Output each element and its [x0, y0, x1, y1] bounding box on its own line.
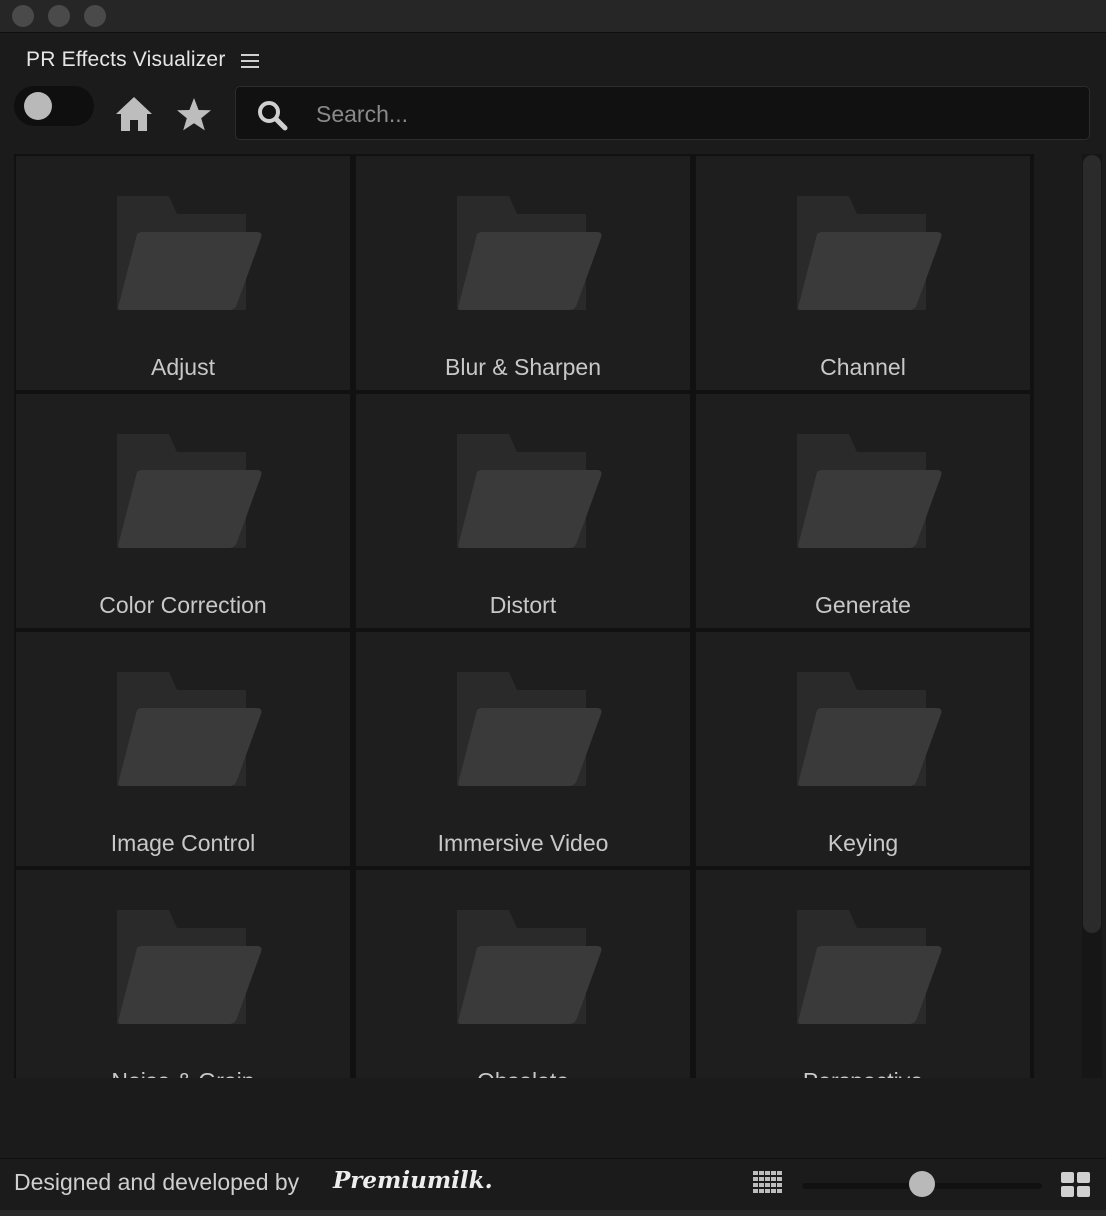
- large-grid-view-icon[interactable]: [1061, 1172, 1091, 1198]
- star-icon[interactable]: [174, 95, 214, 133]
- search-input[interactable]: [314, 95, 1078, 133]
- category-tile[interactable]: Image Control: [16, 632, 350, 866]
- footer: Designed and developed by Premiumilk.: [0, 1158, 1106, 1211]
- category-tile[interactable]: Adjust: [16, 156, 350, 390]
- folder-icon: [797, 672, 942, 786]
- folder-icon: [457, 910, 602, 1024]
- category-label: Obsolete: [356, 1068, 690, 1078]
- category-label: Keying: [827, 830, 899, 856]
- mode-toggle[interactable]: [14, 86, 94, 126]
- category-tile[interactable]: Keying: [696, 632, 1030, 866]
- search-icon[interactable]: [256, 99, 288, 131]
- maximize-window-button[interactable]: [84, 5, 106, 27]
- category-label: Perspective: [696, 1068, 1030, 1078]
- folder-icon: [797, 910, 942, 1024]
- folder-icon: [117, 434, 262, 548]
- panel-title: PR Effects Visualizer: [26, 48, 226, 71]
- window-bottom-edge: [0, 1210, 1106, 1216]
- brand-logo[interactable]: Premiumilk.: [333, 1167, 493, 1194]
- folder-icon: [797, 196, 942, 310]
- category-label: Blur & Sharpen: [445, 354, 601, 380]
- close-window-button[interactable]: [12, 5, 34, 27]
- credit-text: Designed and developed by: [14, 1169, 300, 1195]
- category-tile[interactable]: Distort: [356, 394, 690, 628]
- category-label: Image Control: [110, 830, 256, 856]
- category-tile[interactable]: Generate: [696, 394, 1030, 628]
- folder-icon: [117, 672, 262, 786]
- zoom-slider-thumb[interactable]: [909, 1171, 935, 1197]
- category-label: Distort: [489, 592, 557, 618]
- folder-icon: [797, 434, 942, 548]
- hamburger-menu-icon[interactable]: [241, 54, 259, 70]
- toggle-knob: [24, 92, 52, 120]
- window-titlebar: [0, 0, 1106, 33]
- folder-icon: [117, 196, 262, 310]
- category-tile[interactable]: Immersive Video: [356, 632, 690, 866]
- search-box[interactable]: [235, 86, 1090, 140]
- home-icon[interactable]: [114, 95, 154, 133]
- folder-icon: [457, 196, 602, 310]
- scrollbar-thumb[interactable]: [1083, 155, 1101, 933]
- category-label: Adjust: [151, 354, 215, 380]
- folder-icon: [457, 434, 602, 548]
- category-label: Immersive Video: [437, 830, 609, 856]
- category-tile[interactable]: Obsolete: [356, 870, 690, 1078]
- category-tile[interactable]: Channel: [696, 156, 1030, 390]
- folder-icon: [117, 910, 262, 1024]
- effects-category-grid: Adjust Blur & Sharpen Channel Color Correct…: [14, 154, 1034, 1078]
- category-label: Noise & Grain: [16, 1068, 350, 1078]
- category-label: Color Correction: [99, 592, 267, 618]
- category-tile[interactable]: Noise & Grain: [16, 870, 350, 1078]
- category-label: Channel: [820, 354, 906, 380]
- minimize-window-button[interactable]: [48, 5, 70, 27]
- category-label: Generate: [815, 592, 911, 618]
- small-grid-view-icon[interactable]: [753, 1171, 783, 1197]
- category-tile[interactable]: Color Correction: [16, 394, 350, 628]
- folder-icon: [457, 672, 602, 786]
- category-tile[interactable]: Perspective: [696, 870, 1030, 1078]
- category-tile[interactable]: Blur & Sharpen: [356, 156, 690, 390]
